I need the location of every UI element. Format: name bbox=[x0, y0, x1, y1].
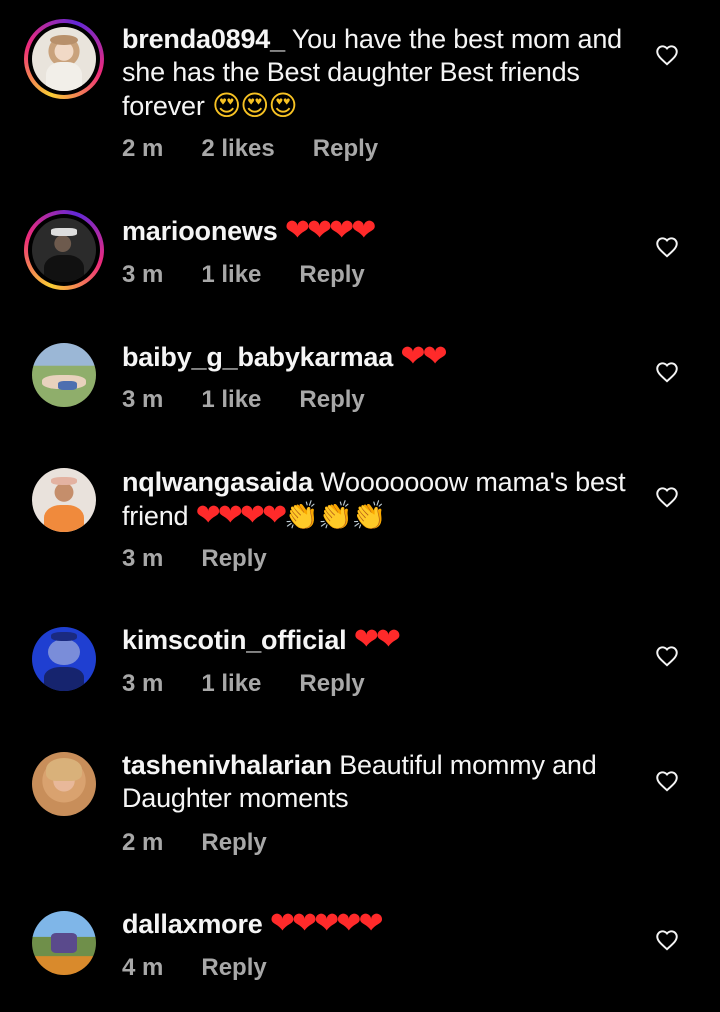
username[interactable]: tashenivhalarian bbox=[122, 750, 332, 780]
comment-time: 3 m bbox=[122, 261, 164, 288]
like-count[interactable]: 1 like bbox=[201, 261, 261, 289]
reply-button[interactable]: Reply bbox=[299, 670, 364, 698]
emoji-clapping-hands: 👏👏👏 bbox=[284, 499, 387, 532]
reply-button[interactable]: Reply bbox=[201, 829, 266, 857]
emoji-red-hearts: ❤❤ bbox=[353, 622, 401, 657]
emoji-red-hearts: ❤❤❤❤❤ bbox=[269, 906, 384, 941]
reply-button[interactable]: Reply bbox=[313, 135, 378, 163]
comment-time: 2 m bbox=[122, 829, 164, 856]
comment-time: 3 m bbox=[122, 670, 164, 697]
comment-time: 3 m bbox=[122, 545, 164, 572]
heart-outline-icon[interactable] bbox=[654, 234, 680, 260]
heart-outline-icon[interactable] bbox=[654, 42, 680, 68]
heart-outline-icon[interactable] bbox=[654, 484, 680, 510]
avatar-wrapper[interactable] bbox=[24, 335, 104, 415]
emoji-heart-eyes: 😍😍😍 bbox=[211, 89, 298, 122]
reply-button[interactable]: Reply bbox=[201, 954, 266, 982]
avatar bbox=[32, 468, 96, 532]
reply-button[interactable]: Reply bbox=[201, 545, 266, 573]
username[interactable]: marioonews bbox=[122, 216, 278, 246]
avatar bbox=[32, 27, 96, 91]
username[interactable]: nqlwangasaida bbox=[122, 467, 313, 497]
avatar bbox=[32, 627, 96, 691]
avatar bbox=[32, 752, 96, 816]
avatar bbox=[32, 911, 96, 975]
like-count[interactable]: 1 like bbox=[201, 670, 261, 698]
username[interactable]: brenda0894_ bbox=[122, 24, 285, 54]
emoji-red-hearts: ❤❤❤❤ bbox=[195, 498, 288, 533]
heart-outline-icon[interactable] bbox=[654, 927, 680, 953]
username[interactable]: baiby_g_babykarmaa bbox=[122, 342, 393, 372]
emoji-red-hearts: ❤❤❤❤ bbox=[284, 213, 377, 248]
like-count[interactable]: 1 like bbox=[201, 386, 261, 414]
heart-outline-icon[interactable] bbox=[654, 768, 680, 794]
username[interactable]: kimscotin_official bbox=[122, 625, 347, 655]
emoji-red-hearts: ❤❤ bbox=[400, 339, 447, 374]
avatar-wrapper[interactable] bbox=[24, 744, 104, 824]
heart-outline-icon[interactable] bbox=[654, 359, 680, 385]
avatar bbox=[32, 218, 96, 282]
reply-button[interactable]: Reply bbox=[299, 261, 364, 289]
avatar bbox=[32, 343, 96, 407]
username[interactable]: dallaxmore bbox=[122, 909, 263, 939]
like-count[interactable]: 2 likes bbox=[201, 135, 274, 163]
reply-button[interactable]: Reply bbox=[299, 386, 364, 414]
comment-time: 4 m bbox=[122, 954, 164, 981]
avatar-wrapper[interactable] bbox=[24, 460, 104, 540]
comment-time: 3 m bbox=[122, 386, 164, 413]
avatar-wrapper[interactable] bbox=[24, 903, 104, 983]
avatar-story-ring[interactable] bbox=[24, 19, 104, 99]
heart-outline-icon[interactable] bbox=[654, 643, 680, 669]
comment-time: 2 m bbox=[122, 135, 164, 162]
avatar-wrapper[interactable] bbox=[24, 619, 104, 699]
avatar-story-ring[interactable] bbox=[24, 210, 104, 290]
